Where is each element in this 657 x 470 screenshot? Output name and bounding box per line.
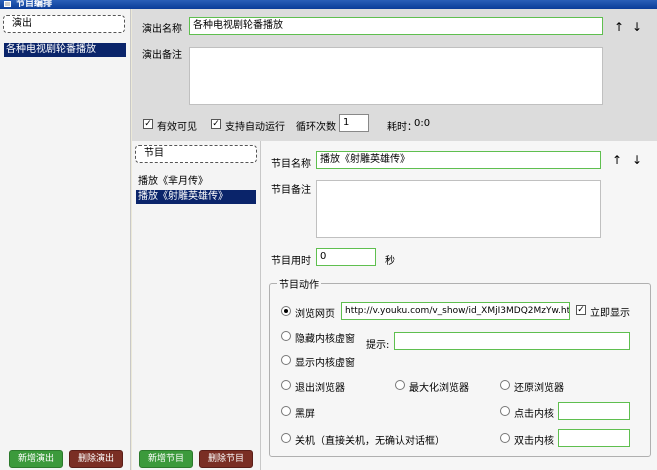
browse-radio[interactable]	[281, 306, 291, 316]
shutdown-label: 关机（直接关机，无确认对话框）	[295, 436, 445, 447]
program-remark-label: 演出备注	[142, 50, 182, 61]
actions-legend: 节目动作	[277, 276, 321, 291]
segment-list-header: 节目	[135, 145, 257, 163]
program-detail-panel: 演出名称 各种电视剧轮番播放 ↑ ↓ 演出备注 ✓ 有效可见 ✓ 支持自动运行 …	[132, 9, 657, 141]
dblclick-kernel-radio[interactable]	[500, 433, 510, 443]
black-screen-label: 黑屏	[295, 409, 315, 420]
segment-remark-label: 节目备注	[271, 185, 311, 196]
dblclick-kernel-input[interactable]	[558, 429, 630, 447]
show-kernel-radio[interactable]	[281, 355, 291, 365]
browse-label: 浏览网页	[295, 309, 335, 320]
move-up-arrow-icon[interactable]: ↑	[612, 154, 622, 166]
segment-name-input[interactable]: 播放《射雕英雄传》	[316, 151, 601, 169]
program-list-header: 演出	[3, 15, 125, 33]
program-remark-textarea[interactable]	[189, 47, 603, 105]
loop-count-label: 循环次数	[296, 122, 336, 133]
restore-browser-label: 还原浏览器	[514, 383, 564, 394]
move-down-arrow-icon[interactable]: ↓	[632, 154, 642, 166]
segment-time-unit: 秒	[385, 256, 395, 267]
segment-list-panel: 节目 播放《芈月传》 播放《射雕英雄传》 新增节目 删除节目	[132, 141, 261, 470]
segment-detail-panel: 节目名称 播放《射雕英雄传》 ↑ ↓ 节目备注 节目用时 0 秒 节目动作 浏览…	[261, 141, 657, 470]
exit-browser-radio[interactable]	[281, 380, 291, 390]
window-title: 节目编排	[16, 0, 53, 9]
black-screen-radio[interactable]	[281, 406, 291, 416]
move-up-arrow-icon[interactable]: ↑	[614, 21, 624, 33]
show-now-label: 立即显示	[590, 308, 630, 319]
visible-checkbox[interactable]: ✓	[143, 119, 153, 129]
program-list-item[interactable]: 各种电视剧轮番播放	[4, 43, 126, 57]
program-name-label: 演出名称	[142, 24, 182, 35]
move-down-arrow-icon[interactable]: ↓	[632, 21, 642, 33]
add-program-button[interactable]: 新增演出	[9, 450, 63, 468]
window-titlebar: 节目编排	[0, 0, 657, 9]
dblclick-kernel-label: 双击内核	[514, 436, 554, 447]
url-input[interactable]: http://v.youku.com/v_show/id_XMjI3MDQ2Mz…	[341, 302, 570, 320]
restore-browser-radio[interactable]	[500, 380, 510, 390]
delete-segment-button[interactable]: 删除节目	[199, 450, 253, 468]
program-name-input[interactable]: 各种电视剧轮番播放	[189, 17, 603, 35]
maximize-browser-radio[interactable]	[395, 380, 405, 390]
autorun-checkbox[interactable]: ✓	[211, 119, 221, 129]
segment-list-item[interactable]: 播放《射雕英雄传》	[136, 190, 256, 204]
segment-remark-textarea[interactable]	[316, 180, 601, 238]
segment-time-label: 节目用时	[271, 256, 311, 267]
show-kernel-label: 显示内核虚窗	[295, 358, 355, 369]
duration-value: 0:0	[414, 118, 431, 129]
maximize-browser-label: 最大化浏览器	[409, 383, 469, 394]
autorun-label: 支持自动运行	[225, 122, 285, 133]
loop-count-input[interactable]: 1	[339, 114, 369, 132]
hide-kernel-label: 隐藏内核虚窗	[295, 334, 355, 345]
visible-label: 有效可见	[157, 122, 197, 133]
hint-label: 提示:	[366, 340, 390, 351]
segment-time-input[interactable]: 0	[316, 248, 376, 266]
exit-browser-label: 退出浏览器	[295, 383, 345, 394]
click-kernel-input[interactable]	[558, 402, 630, 420]
segment-name-label: 节目名称	[271, 159, 311, 170]
hint-input[interactable]	[394, 332, 630, 350]
add-segment-button[interactable]: 新增节目	[139, 450, 193, 468]
hide-kernel-radio[interactable]	[281, 331, 291, 341]
program-list-panel: 演出 各种电视剧轮番播放 新增演出 删除演出	[0, 9, 131, 470]
click-kernel-label: 点击内核	[514, 409, 554, 420]
shutdown-radio[interactable]	[281, 433, 291, 443]
click-kernel-radio[interactable]	[500, 406, 510, 416]
show-now-checkbox[interactable]: ✓	[576, 305, 586, 315]
segment-list-item[interactable]: 播放《芈月传》	[136, 175, 256, 189]
delete-program-button[interactable]: 删除演出	[69, 450, 123, 468]
duration-label: 耗时：	[387, 122, 417, 133]
app-icon	[4, 1, 11, 7]
